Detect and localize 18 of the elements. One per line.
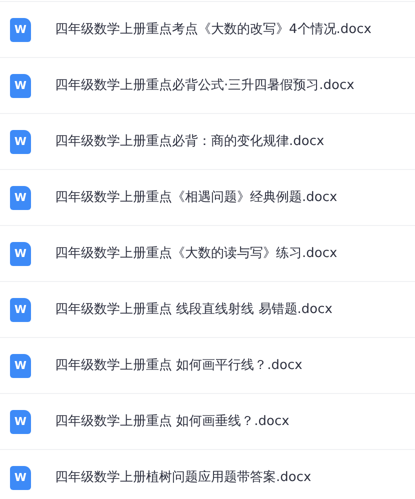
file-name[interactable]: 四年级数学上册重点考点《大数的改写》4个情况.docx	[55, 20, 372, 40]
file-name[interactable]: 四年级数学上册重点 如何画平行线？.docx	[55, 356, 302, 376]
document-icon: W	[10, 466, 31, 490]
file-name[interactable]: 四年级数学上册重点必背公式·三升四暑假预习.docx	[55, 76, 354, 96]
document-icon: W	[10, 130, 31, 154]
file-name[interactable]: 四年级数学上册重点 线段直线射线 易错题.docx	[55, 300, 332, 320]
file-name[interactable]: 四年级数学上册重点《相遇问题》经典例题.docx	[55, 188, 338, 208]
document-icon: W	[10, 242, 31, 266]
file-name[interactable]: 四年级数学上册植树问题应用题带答案.docx	[55, 468, 312, 488]
file-name[interactable]: 四年级数学上册重点必背：商的变化规律.docx	[55, 132, 324, 152]
file-name[interactable]: 四年级数学上册重点《大数的读与写》练习.docx	[55, 244, 338, 264]
document-icon: W	[10, 298, 31, 322]
document-icon: W	[10, 74, 31, 98]
file-name[interactable]: 四年级数学上册重点 如何画垂线？.docx	[55, 412, 290, 432]
document-icon: W	[10, 354, 31, 378]
document-icon: W	[10, 18, 31, 42]
document-icon: W	[10, 410, 31, 434]
document-icon: W	[10, 186, 31, 210]
